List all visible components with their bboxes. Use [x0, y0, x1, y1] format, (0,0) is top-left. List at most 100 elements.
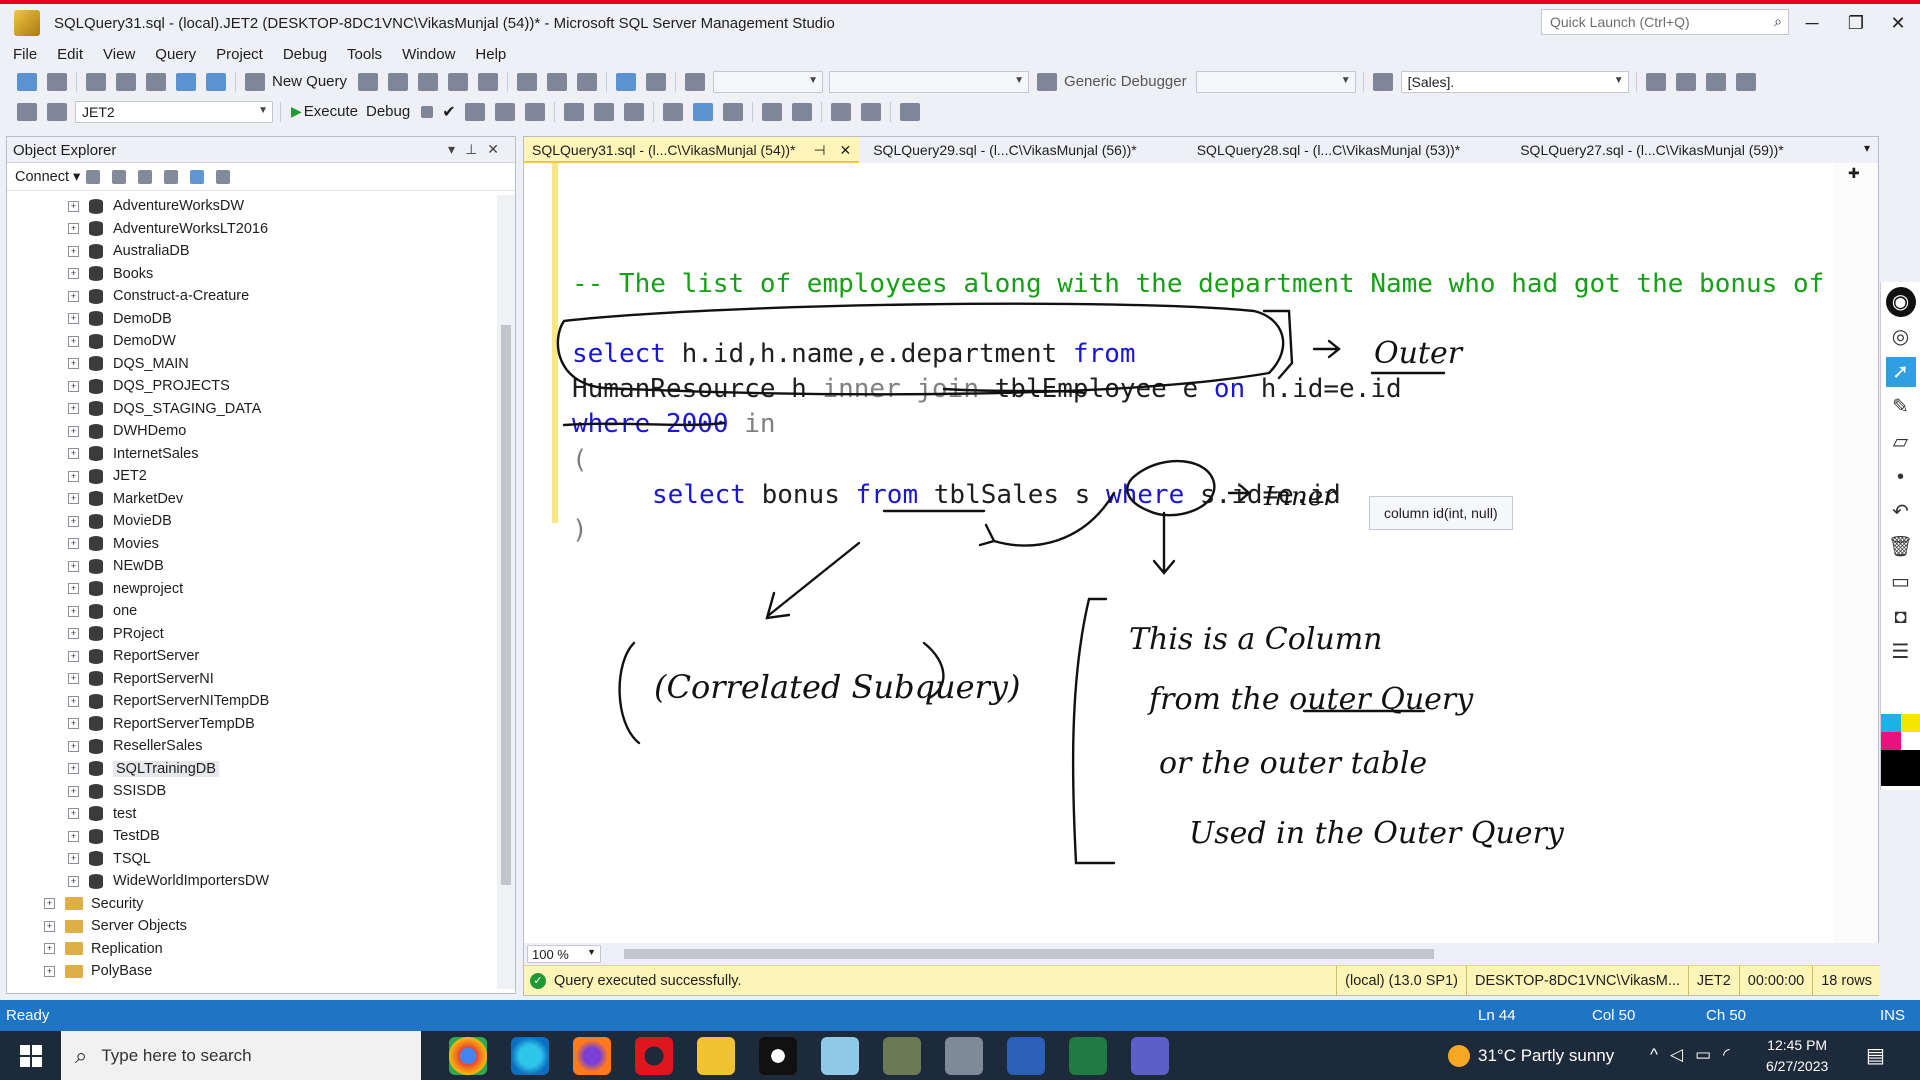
platform-combo[interactable]: ▼ [829, 70, 1030, 93]
solution-explorer-icon[interactable] [1645, 72, 1666, 91]
new-query-button[interactable]: New Query [272, 73, 347, 90]
battery-icon[interactable]: ▭ [1695, 1045, 1723, 1064]
tab-sqlquery29[interactable]: SQLQuery29.sql - (l...C\VikasMunjal (56)… [865, 137, 1145, 163]
tree-database-row[interactable]: + WideWorldImportersDW [7, 870, 497, 893]
minimize-button[interactable]: ─ [1792, 10, 1832, 38]
expand-icon[interactable]: + [68, 223, 79, 235]
menu-window[interactable]: Window [395, 46, 468, 63]
expand-icon[interactable]: + [68, 470, 79, 482]
expand-icon[interactable]: + [44, 943, 55, 955]
paste-icon[interactable] [577, 72, 598, 91]
copy-icon[interactable] [547, 72, 568, 91]
taskbar-clock[interactable]: 12:45 PM 6/27/2023 [1766, 1035, 1828, 1077]
chevron-up-icon[interactable]: ^ [1650, 1045, 1670, 1064]
firefox-icon[interactable] [573, 1036, 611, 1075]
stop-icon[interactable] [421, 105, 434, 118]
close-icon[interactable]: ✕ [839, 142, 851, 158]
expand-icon[interactable]: + [68, 695, 79, 707]
tree-database-row[interactable]: + SSISDB [7, 780, 497, 803]
expand-icon[interactable]: + [68, 515, 79, 527]
tree-database-row[interactable]: + InternetSales [7, 443, 497, 466]
expand-icon[interactable]: + [68, 290, 79, 302]
tree-database-row[interactable]: + TestDB [7, 825, 497, 848]
tree-database-row[interactable]: + AdventureWorksDW [7, 195, 497, 218]
expand-icon[interactable]: + [68, 313, 79, 325]
tree-database-row[interactable]: + Movies [7, 533, 497, 556]
expand-icon[interactable]: + [44, 965, 55, 977]
excel-icon[interactable] [1069, 1036, 1107, 1075]
results-to-file-icon[interactable] [722, 102, 743, 121]
expand-icon[interactable]: + [68, 268, 79, 280]
analysis-query-icon[interactable] [478, 72, 499, 91]
expand-icon[interactable]: + [68, 538, 79, 550]
tree-database-row[interactable]: + ReportServerNITempDB [7, 690, 497, 713]
change-connection-icon[interactable] [47, 102, 67, 121]
tree-database-row[interactable]: + DemoDW [7, 330, 497, 353]
save-all-icon[interactable] [206, 72, 226, 91]
solution-config-combo[interactable]: ▼ [713, 70, 824, 93]
camera-icon[interactable]: ◘ [1886, 602, 1916, 632]
cut-icon[interactable] [517, 72, 538, 91]
whiteboard-icon[interactable]: ▭ [1886, 567, 1916, 597]
live-stats-icon[interactable] [623, 102, 644, 121]
scrollbar-thumb[interactable] [624, 949, 1434, 959]
tree-database-row[interactable]: + Books [7, 263, 497, 286]
expand-icon[interactable]: + [68, 785, 79, 797]
tree-folder-row[interactable]: + Server Objects [7, 915, 497, 938]
toolbox-icon[interactable] [1705, 72, 1726, 91]
tree-database-row[interactable]: + PRoject [7, 623, 497, 646]
expand-icon[interactable]: + [68, 740, 79, 752]
debugger-button[interactable]: Generic Debugger [1064, 73, 1187, 90]
tree-database-row[interactable]: + one [7, 600, 497, 623]
word-icon[interactable] [1007, 1036, 1045, 1075]
window-layout-icon[interactable] [1735, 72, 1756, 91]
menu-project[interactable]: Project [209, 46, 276, 63]
menu-edit[interactable]: Edit [50, 46, 96, 63]
refresh-icon[interactable] [190, 169, 205, 184]
expand-icon[interactable]: + [68, 853, 79, 865]
tree-database-row[interactable]: + Construct-a-Creature [7, 285, 497, 308]
tree-database-row[interactable]: + DWHDemo [7, 420, 497, 443]
expand-icon[interactable]: + [44, 898, 55, 910]
file-explorer-icon[interactable] [697, 1036, 735, 1075]
tree-database-row[interactable]: + SQLTrainingDB [7, 758, 497, 781]
notes-icon[interactable] [821, 1036, 859, 1075]
windows-start-icon[interactable] [20, 1044, 42, 1067]
eraser-icon[interactable]: ▱ [1886, 427, 1916, 457]
tree-database-row[interactable]: + MarketDev [7, 488, 497, 511]
expand-icon[interactable]: + [68, 560, 79, 572]
menu-tools[interactable]: Tools [340, 46, 395, 63]
tree-database-row[interactable]: + AdventureWorksLT2016 [7, 218, 497, 241]
add-item-icon[interactable] [116, 72, 136, 91]
redo-icon[interactable] [646, 72, 667, 91]
debug-button[interactable]: Debug [366, 103, 410, 120]
tree-database-row[interactable]: + MovieDB [7, 510, 497, 533]
expand-icon[interactable]: + [68, 605, 79, 617]
comment-icon[interactable] [761, 102, 782, 121]
expand-icon[interactable]: + [68, 808, 79, 820]
dropdown-icon[interactable]: ▾ [448, 141, 465, 157]
find-combo[interactable]: [Sales]. ▼ [1400, 70, 1629, 93]
volume-icon[interactable]: ◁ [1670, 1045, 1695, 1064]
pen-icon[interactable]: ✎ [1886, 392, 1916, 422]
estimated-plan-icon[interactable] [464, 102, 485, 121]
results-to-icon[interactable] [524, 102, 545, 121]
wifi-icon[interactable]: ◜ [1723, 1045, 1742, 1064]
object-explorer-scrollbar[interactable] [497, 195, 515, 989]
open-folder-icon[interactable] [146, 72, 166, 91]
pin-icon[interactable]: ⊣ [813, 142, 825, 158]
editor-vertical-scrollbar[interactable]: ✚ [1834, 163, 1878, 943]
tab-sqlquery31[interactable]: SQLQuery31.sql - (l...C\VikasMunjal (54)… [524, 137, 860, 163]
new-project-icon[interactable] [86, 72, 106, 91]
tree-database-row[interactable]: + newproject [7, 578, 497, 601]
results-to-text-icon[interactable] [662, 102, 683, 121]
notification-icon[interactable]: ▤ [1866, 1043, 1885, 1068]
back-icon[interactable] [17, 72, 37, 91]
tab-overflow-icon[interactable]: ▾ [1864, 141, 1870, 155]
dmx-query-icon[interactable] [388, 72, 409, 91]
execute-button[interactable]: Execute [304, 103, 358, 120]
tree-database-row[interactable]: + DQS_MAIN [7, 353, 497, 376]
stop-icon[interactable] [138, 169, 153, 184]
opera-icon[interactable] [635, 1036, 673, 1075]
connect-dropdown[interactable]: Connect ▾ [15, 169, 80, 185]
